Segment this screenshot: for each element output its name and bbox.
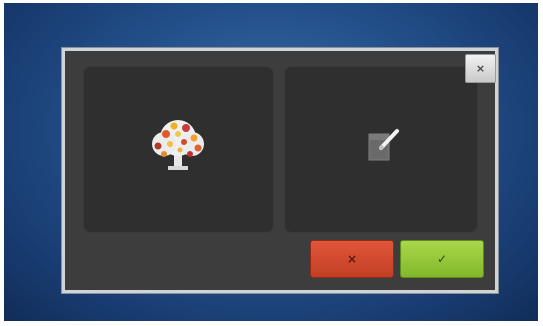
close-icon: × (475, 62, 486, 75)
cancel-button[interactable]: × (310, 240, 394, 278)
checkmark-icon: ✓ (436, 252, 448, 266)
cancel-icon: × (346, 252, 358, 266)
close-button[interactable]: × (465, 54, 496, 83)
screen-background: × × ✓ (4, 3, 538, 321)
edit-design-pen-icon (368, 129, 399, 161)
design-selection-dialog: × × ✓ (62, 48, 498, 293)
design-option-edit[interactable] (284, 66, 478, 233)
confirm-button[interactable]: ✓ (400, 240, 484, 278)
design-option-embroidery[interactable] (83, 66, 274, 233)
embroidery-tree-design-icon (152, 120, 204, 170)
